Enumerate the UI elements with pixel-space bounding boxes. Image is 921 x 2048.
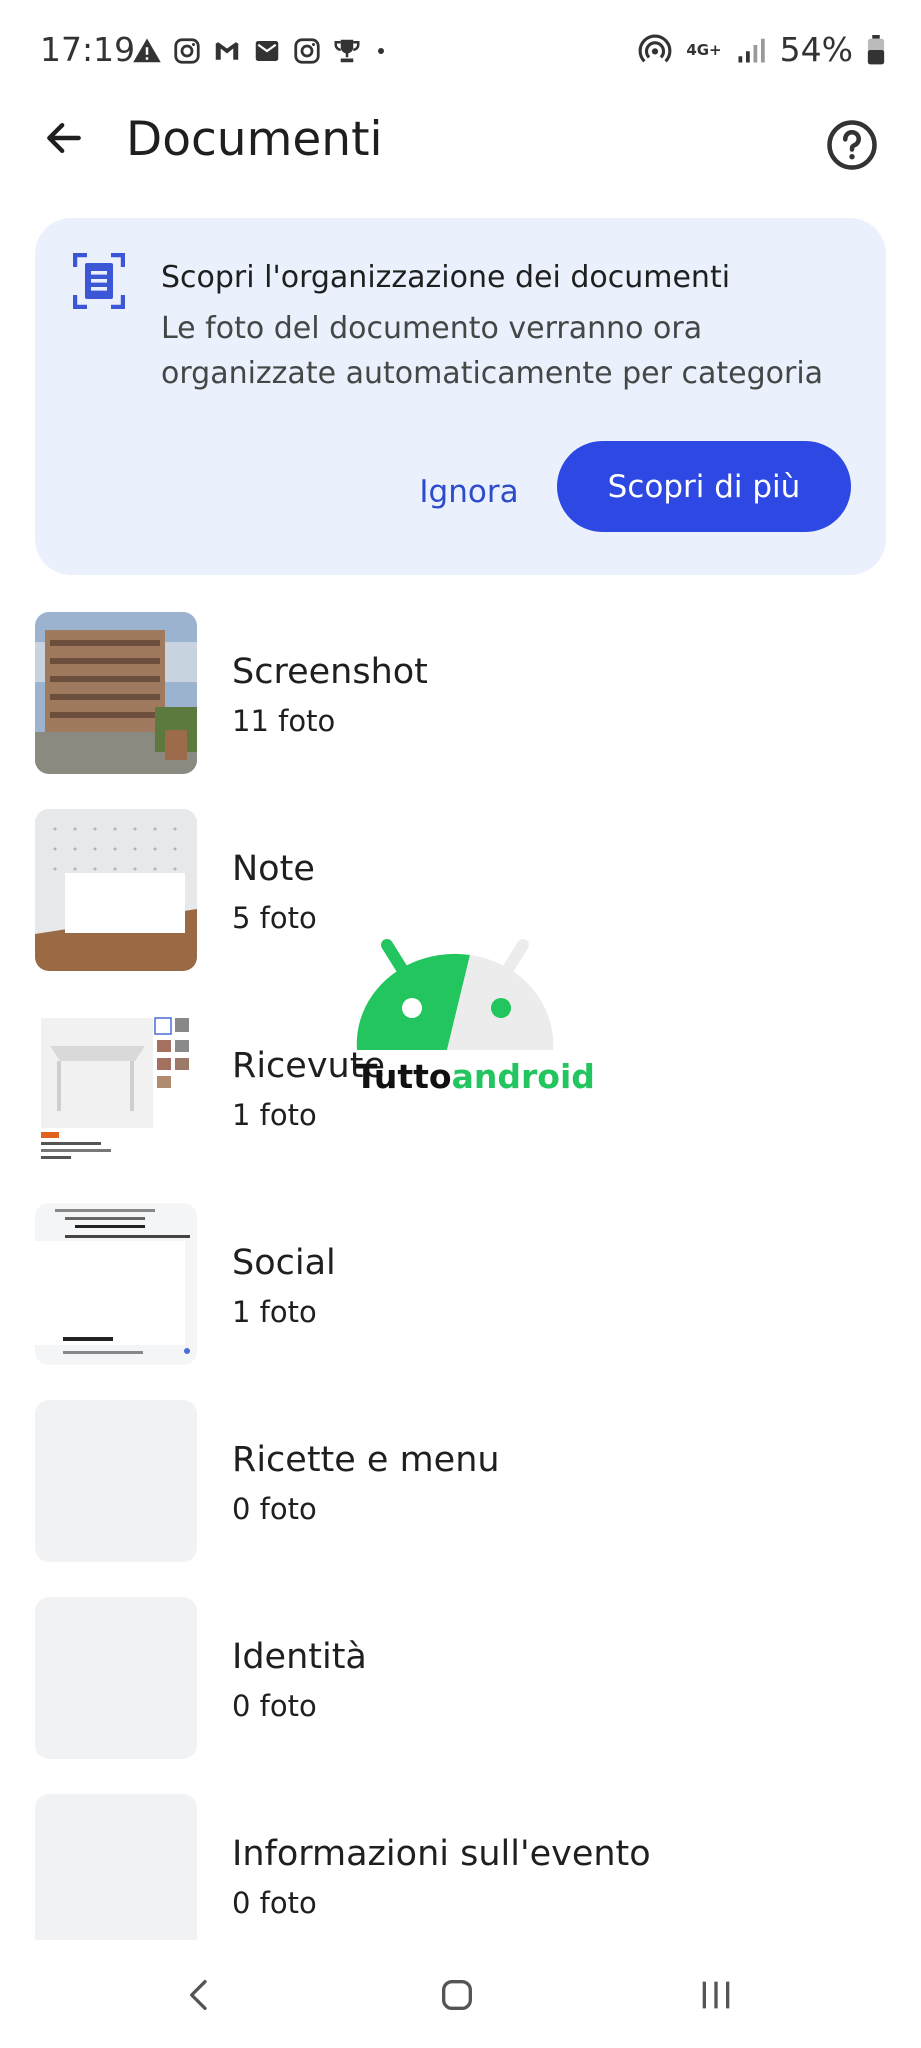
learn-more-button[interactable]: Scopri di più [557,441,851,532]
category-count: 11 foto [232,704,336,738]
tuttoandroid-watermark: Tuttoandroid [355,935,595,1096]
notebook-photo-image [35,809,197,971]
watermark-text-part1: Tutto [355,1057,452,1096]
category-count: 0 foto [232,1689,317,1723]
category-thumbnail [35,809,197,971]
status-right: 4G+ 54% [638,30,885,69]
category-thumbnail [35,612,197,774]
category-thumbnail [35,1203,197,1365]
category-thumbnail-empty [35,1794,197,1956]
nav-recents-icon [702,1981,730,2009]
mail-icon [255,41,279,61]
battery-percent: 54% [779,30,853,69]
category-title: Identità [232,1637,367,1677]
watermark-text-part2: android [451,1057,595,1096]
page-title: Documenti [126,112,383,167]
category-ricette-e-menu[interactable]: Ricette e menu 0 foto [0,1400,921,1570]
nav-home-icon [442,1980,472,2010]
category-identita[interactable]: Identità 0 foto [0,1597,921,1767]
system-navigation-bar [0,1940,921,2048]
nav-recents-button[interactable] [686,1970,746,2020]
help-button[interactable] [825,118,879,172]
watermark-text: Tuttoandroid [355,1057,595,1096]
category-social[interactable]: Social 1 foto [0,1203,921,1373]
ignore-button[interactable]: Ignora [399,464,539,520]
category-title: Social [232,1243,336,1283]
category-title: Screenshot [232,652,428,692]
trophy-icon [334,39,360,63]
network-type: 4G+ [686,40,722,59]
instagram-icon [174,38,200,64]
document-organization-card: Scopri l'organizzazione dei documenti Le… [35,218,886,575]
category-thumbnail-empty [35,1400,197,1562]
hotspot-icon [638,33,672,62]
category-count: 5 foto [232,901,317,935]
nav-home-button[interactable] [427,1970,487,2020]
category-informazioni-evento[interactable]: Informazioni sull'evento 0 foto [0,1794,921,1964]
battery-icon [867,34,885,64]
back-button[interactable] [34,108,94,168]
signal-icon [738,38,765,62]
category-title: Informazioni sull'evento [232,1834,651,1874]
card-body: Le foto del documento verranno ora organ… [161,311,824,391]
building-photo-image [35,612,197,774]
category-title: Note [232,849,315,889]
receipt-screenshot-image [35,1006,197,1168]
document-scan-icon [73,253,125,309]
category-count: 0 foto [232,1886,317,1920]
category-count: 1 foto [232,1098,317,1132]
nav-back-icon [190,1980,207,2010]
social-screenshot-image [35,1203,197,1365]
category-title: Ricette e menu [232,1440,500,1480]
card-title: Scopri l'organizzazione dei documenti [161,260,731,295]
warning-icon [133,38,161,63]
category-count: 0 foto [232,1492,317,1526]
status-bar: 17:19 4G+ 54% [0,0,921,105]
instagram-icon [294,38,320,64]
notification-icons [132,36,390,66]
category-count: 1 foto [232,1295,317,1329]
gmail-icon [215,42,239,60]
android-logo-icon [356,939,554,1050]
nav-back-button[interactable] [170,1970,230,2020]
help-icon [827,120,877,170]
category-thumbnail [35,1006,197,1168]
category-screenshot[interactable]: Screenshot 11 foto [0,612,921,782]
category-thumbnail-empty [35,1597,197,1759]
dot-icon [378,48,384,54]
arrow-back-icon [47,122,81,154]
status-time: 17:19 [40,30,136,69]
